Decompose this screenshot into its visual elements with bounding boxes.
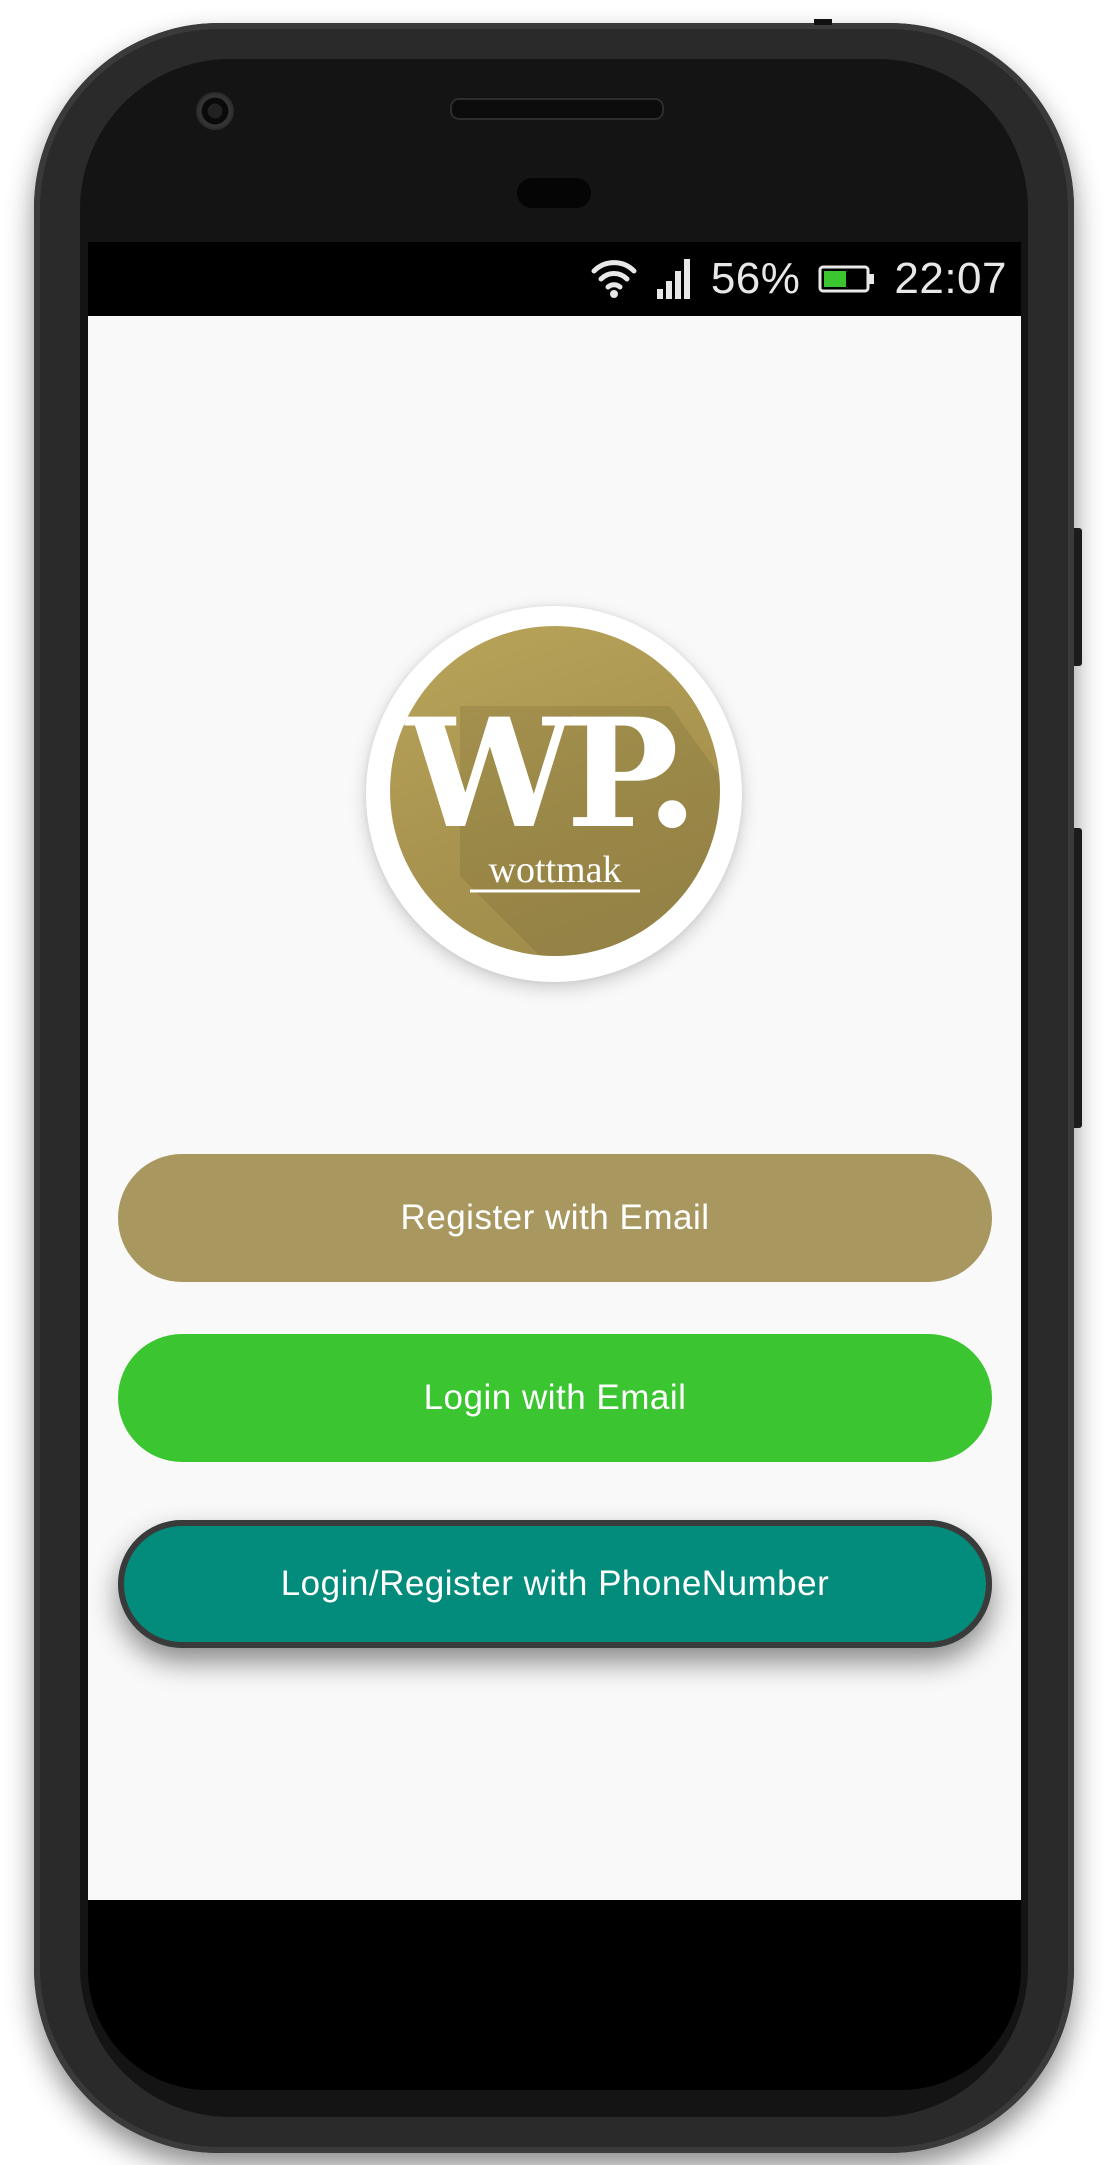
register-with-email-button[interactable]: Register with Email (118, 1154, 992, 1282)
logo-wordmark: wottmak (489, 849, 622, 891)
earpiece-speaker (450, 98, 664, 120)
wifi-icon (591, 259, 637, 299)
login-register-phone-button[interactable]: Login/Register with PhoneNumber (118, 1520, 992, 1648)
battery-percent: 56% (710, 254, 801, 303)
power-button (1074, 828, 1082, 1128)
top-button (814, 19, 832, 25)
login-with-email-button[interactable]: Login with Email (118, 1334, 992, 1462)
signal-icon (655, 257, 693, 301)
status-bar: 56% 22:07 (88, 242, 1021, 316)
clock-time: 22:07 (894, 254, 1007, 303)
volume-button (1074, 528, 1082, 666)
app-logo: WP. wottmak (366, 606, 742, 982)
welcome-screen: WP. wottmak Register with Email Login wi… (88, 316, 1021, 1900)
device-screen: 56% 22:07 WP. wottmak Register with Emai… (88, 242, 1021, 1900)
status-indicators: 56% 22:07 (591, 242, 1007, 316)
logo-disc: WP. wottmak (390, 626, 720, 956)
proximity-sensor (517, 178, 591, 208)
bottom-bezel (88, 1900, 1021, 2090)
logo-monogram: WP. (404, 686, 691, 862)
front-camera-icon (196, 92, 234, 130)
battery-icon (818, 264, 876, 294)
